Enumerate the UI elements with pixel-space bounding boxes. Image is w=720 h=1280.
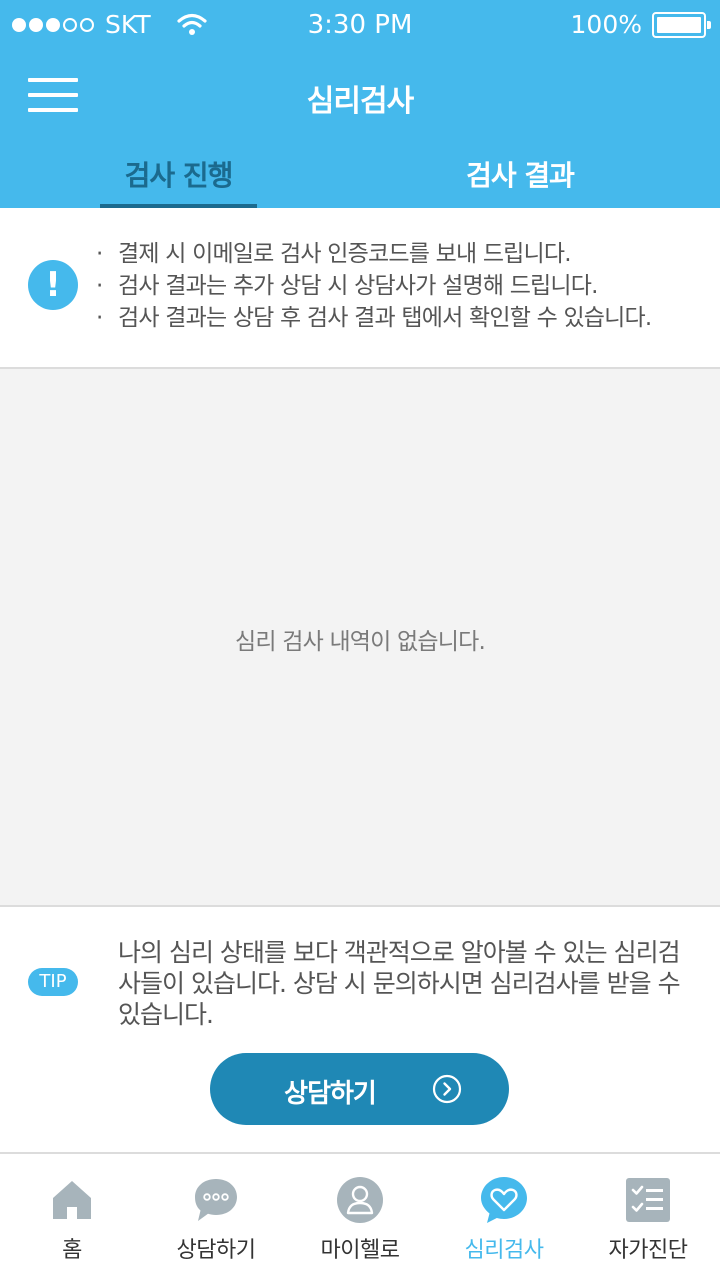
tab-label: 홈: [62, 1238, 82, 1263]
tab-label: 심리검사: [464, 1238, 544, 1263]
battery-icon: [652, 11, 711, 38]
status-right: 100%: [570, 10, 711, 39]
home-icon: [53, 1181, 91, 1219]
consult-button-label: 상담하기: [284, 1079, 377, 1109]
checklist-icon: [626, 1178, 670, 1222]
notice-item-text: 검사 결과는 상담 후 검사 결과 탭에서 확인할 수 있습니다.: [118, 305, 652, 331]
heart-bubble-icon: [481, 1177, 527, 1223]
exclamation-icon: !: [28, 260, 78, 310]
notice-panel: ! · 결제 시 이메일로 검사 인증코드를 보내 드립니다. · 검사 결과는 추…: [0, 208, 720, 369]
notice-item-text: 검사 결과는 추가 상담 시 상담사가 설명해 드립니다.: [118, 273, 598, 299]
tab-self-diagnosis[interactable]: 자가진단: [576, 1154, 720, 1280]
bullet: ·: [96, 241, 103, 267]
empty-state-message: 심리 검사 내역이 없습니다.: [234, 629, 486, 655]
notice-list: · 결제 시 이메일로 검사 인증코드를 보내 드립니다. · 검사 결과는 추가 …: [96, 238, 652, 334]
tab-test-progress[interactable]: 검사 진행: [100, 154, 257, 208]
tab-my-hello[interactable]: 마이헬로: [288, 1154, 432, 1280]
consult-button[interactable]: 상담하기: [210, 1053, 509, 1125]
test-history-list: 심리 검사 내역이 없습니다.: [0, 369, 720, 907]
tab-label: 마이헬로: [320, 1238, 400, 1263]
notice-item: · 결제 시 이메일로 검사 인증코드를 보내 드립니다.: [96, 238, 651, 270]
notice-item: · 검사 결과는 추가 상담 시 상담사가 설명해 드립니다.: [96, 270, 651, 302]
tab-consult[interactable]: 상담하기: [144, 1154, 288, 1280]
app-header: SKT 3:30 PM 100% 심리검사 검사 진행 검사 결과: [0, 0, 720, 208]
tab-home[interactable]: 홈: [0, 1154, 144, 1280]
status-bar: SKT 3:30 PM 100%: [0, 0, 720, 52]
bullet: ·: [96, 305, 103, 331]
tab-label: 상담하기: [176, 1238, 256, 1263]
chevron-right-circle-icon: [432, 1074, 462, 1104]
notice-item: · 검사 결과는 상담 후 검사 결과 탭에서 확인할 수 있습니다.: [96, 302, 652, 334]
bullet: ·: [96, 273, 103, 299]
page-title: 심리검사: [306, 84, 414, 119]
tab-test-results[interactable]: 검사 결과: [420, 154, 620, 208]
tip-badge: TIP: [28, 968, 78, 996]
notice-item-text: 결제 시 이메일로 검사 인증코드를 보내 드립니다.: [118, 241, 572, 267]
chat-bubble-icon: [195, 1179, 237, 1221]
tip-text: 나의 심리 상태를 보다 객관적으로 알아볼 수 있는 심리검사들이 있습니다.…: [118, 938, 681, 1029]
battery-percent: 100%: [570, 10, 642, 39]
bottom-tab-bar: 홈 상담하기 마이헬로 심리검사 자가진단: [0, 1152, 720, 1280]
user-icon: [337, 1177, 383, 1223]
tab-psych-test[interactable]: 심리검사: [432, 1154, 576, 1280]
tab-label: 자가진단: [608, 1238, 688, 1263]
